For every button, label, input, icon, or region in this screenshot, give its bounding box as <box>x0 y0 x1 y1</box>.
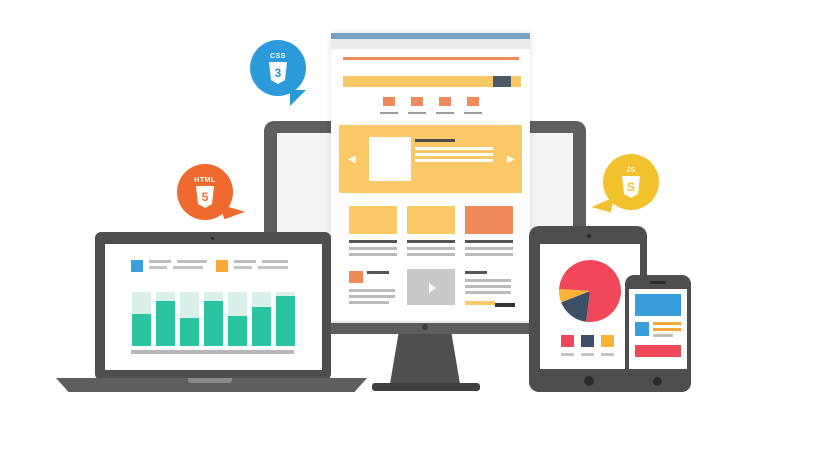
content-card-text <box>465 247 513 250</box>
side-text <box>465 285 511 288</box>
laptop-notch <box>188 378 232 383</box>
legend-label <box>149 260 171 263</box>
js-badge: JS S <box>591 154 659 213</box>
phone-text-line <box>653 322 681 325</box>
legend-label <box>177 260 207 263</box>
feature-icon <box>439 97 451 106</box>
js-icon-glyph: S <box>627 180 635 194</box>
html5-icon-glyph: 5 <box>202 190 209 204</box>
phone-banner <box>635 294 681 316</box>
tablet-legend-swatch <box>581 335 594 347</box>
legend-label <box>149 266 167 269</box>
tablet-legend-label <box>601 353 614 356</box>
legend-label <box>234 260 256 263</box>
feature-icon <box>411 97 423 106</box>
blog-title <box>367 271 389 274</box>
side-text <box>465 279 511 282</box>
tablet-home-button <box>584 376 594 386</box>
css-badge-tail <box>290 90 306 106</box>
blog-text <box>349 295 395 298</box>
legend-label <box>234 266 252 269</box>
feature-icon <box>467 97 479 106</box>
hero-image <box>369 137 411 181</box>
html5-icon: 5 <box>195 185 215 208</box>
js-icon: S <box>621 175 641 198</box>
html-badge-label: HTML <box>194 176 216 184</box>
phone-text-line <box>653 328 681 331</box>
feature-caption <box>408 112 426 114</box>
css-badge-label: CSS <box>270 52 286 60</box>
legend-label <box>262 260 288 263</box>
html-badge-tail <box>218 196 246 220</box>
slider-left-arrow-icon: ◀ <box>348 154 356 165</box>
smartphone-home-button <box>653 377 662 386</box>
feature-caption <box>436 112 454 114</box>
css3-icon-glyph: 3 <box>275 66 282 80</box>
desktop-monitor-stand <box>390 334 460 384</box>
js-badge-label: JS <box>626 166 636 174</box>
tablet-pie-chart <box>559 260 621 322</box>
tablet-legend-label <box>581 353 594 356</box>
smartphone-speaker <box>650 281 666 284</box>
page-header-line <box>343 57 519 60</box>
laptop-bar <box>204 301 223 346</box>
laptop-chart-axis <box>131 350 294 354</box>
feature-icon <box>383 97 395 106</box>
side-button-dark <box>495 303 515 307</box>
content-card-title <box>407 240 455 243</box>
side-title <box>465 271 487 274</box>
phone-button <box>635 345 681 357</box>
feature-caption <box>380 112 398 114</box>
content-card-image <box>349 206 397 234</box>
slider-right-arrow-icon: ▶ <box>507 154 515 165</box>
content-card-text <box>349 247 397 250</box>
content-card-image <box>407 206 455 234</box>
blog-text <box>349 289 395 292</box>
laptop-bar <box>276 296 295 346</box>
hero-text-line <box>415 147 493 150</box>
feature-caption <box>464 112 482 114</box>
laptop-bar <box>180 318 199 346</box>
laptop-bar <box>156 301 175 346</box>
content-card-title <box>349 240 397 243</box>
legend-label <box>173 266 203 269</box>
content-card-text <box>407 247 455 250</box>
laptop-bar <box>252 307 271 346</box>
page-search-box <box>493 76 511 87</box>
desktop-monitor-power-dot <box>422 324 428 330</box>
tablet-legend-label <box>561 353 574 356</box>
play-icon <box>429 283 436 293</box>
browser-address-bar <box>331 39 530 49</box>
hero-text-line <box>415 153 493 156</box>
laptop-camera <box>211 237 214 240</box>
html-badge: HTML 5 <box>177 164 246 220</box>
phone-avatar <box>635 322 649 336</box>
blog-thumb <box>349 271 363 283</box>
legend-label <box>258 266 288 269</box>
hero-heading <box>415 139 455 142</box>
laptop-bar <box>228 316 247 346</box>
blog-text <box>349 301 389 304</box>
legend-swatch-orange <box>216 260 228 272</box>
content-card-title <box>465 240 513 243</box>
hero-text-line <box>415 159 493 162</box>
js-badge-tail <box>591 191 615 213</box>
tablet-legend-swatch <box>561 335 574 347</box>
webpage-mockup: ◀ ▶ <box>331 33 530 321</box>
side-text <box>465 291 511 294</box>
legend-swatch-blue <box>131 260 143 272</box>
content-card-text <box>407 253 455 256</box>
laptop-bar <box>132 314 151 346</box>
desktop-monitor-base <box>372 383 480 391</box>
phone-text-line <box>653 334 673 337</box>
tablet-camera <box>587 234 591 238</box>
css3-icon: 3 <box>268 61 288 84</box>
side-button <box>465 301 495 305</box>
tablet-legend-swatch <box>601 335 614 347</box>
content-card-text <box>465 253 513 256</box>
css-badge: CSS 3 <box>250 40 306 106</box>
content-card-text <box>349 253 397 256</box>
content-card-image <box>465 206 513 234</box>
